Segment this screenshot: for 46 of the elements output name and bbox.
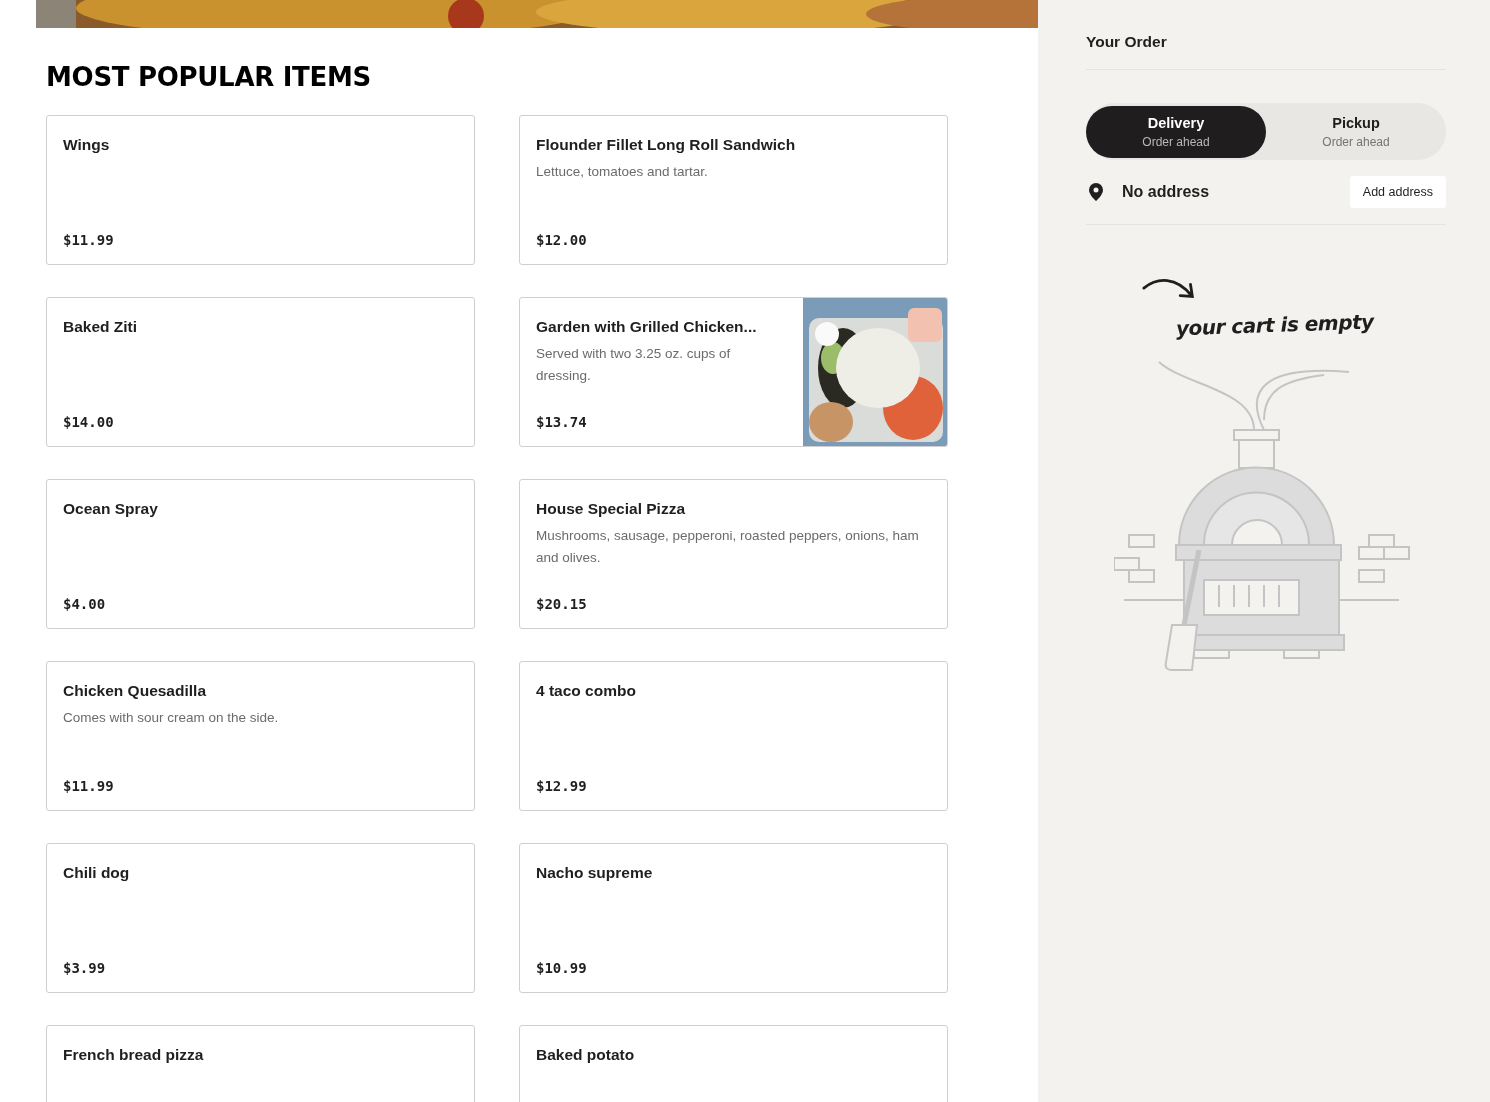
menu-item-card[interactable]: Ocean Spray $4.00 (46, 479, 475, 629)
section-heading: MOST POPULAR ITEMS (46, 62, 371, 92)
menu-item-card[interactable]: Baked potato (519, 1025, 948, 1102)
menu-item-card[interactable]: Flounder Fillet Long Roll Sandwich Lettuce, tomatoes and tartar. $12.00 (519, 115, 948, 265)
item-price: $12.00 (536, 232, 587, 248)
item-price: $11.99 (63, 232, 114, 248)
item-price: $4.00 (63, 596, 106, 612)
panel-title: Your Order (1086, 33, 1167, 50)
menu-item-card[interactable]: House Special Pizza Mushrooms, sausage, pepperoni, roasted peppers, onions, ham and olives. $20.15 (519, 479, 948, 629)
menu-item-card[interactable]: Chili dog $3.99 (46, 843, 475, 993)
item-name: Baked Ziti (63, 318, 138, 336)
location-pin-icon (1086, 182, 1106, 202)
item-price: $12.99 (536, 778, 587, 794)
item-name: Nacho supreme (536, 864, 653, 882)
menu-item-card[interactable]: Garden with Grilled Chicken... Served with two 3.25 oz. cups of dressing. $13.74 (519, 297, 948, 447)
menu-item-card[interactable]: Wings $11.99 (46, 115, 475, 265)
item-description: Comes with sour cream on the side. (63, 709, 279, 727)
item-price: $14.00 (63, 414, 114, 430)
item-name: Garden with Grilled Chicken... (536, 318, 757, 336)
item-name: 4 taco combo (536, 682, 636, 700)
menu-item-card[interactable]: Chicken Quesadilla Comes with sour cream on the side. $11.99 (46, 661, 475, 811)
item-price: $3.99 (63, 960, 106, 976)
item-name: House Special Pizza (536, 500, 686, 518)
item-name: Baked potato (536, 1046, 635, 1064)
add-address-button[interactable]: Add address (1349, 176, 1446, 208)
item-name: Chili dog (63, 864, 130, 882)
item-name: Chicken Quesadilla (63, 682, 206, 700)
item-description: Mushrooms, sausage, pepperoni, roasted peppers, onions, ham and olives. (536, 527, 920, 567)
empty-cart-message: your cart is empty (1175, 309, 1374, 341)
item-name: Ocean Spray (63, 500, 158, 518)
item-name: Wings (63, 136, 110, 154)
item-description: Lettuce, tomatoes and tartar. (536, 163, 708, 181)
item-price: $20.15 (536, 596, 587, 612)
order-mode-tab[interactable]: Delivery Order ahead (1086, 105, 1266, 158)
item-name: Flounder Fillet Long Roll Sandwich (536, 136, 796, 154)
menu-item-card[interactable]: Baked Ziti $14.00 (46, 297, 475, 447)
menu-item-card[interactable]: French bread pizza (46, 1025, 475, 1102)
address-text: No address (1122, 183, 1211, 201)
item-price: $10.99 (536, 960, 587, 976)
order-mode-tab[interactable]: Pickup Order ahead (1266, 105, 1446, 158)
menu-item-card[interactable]: Nacho supreme $10.99 (519, 843, 948, 993)
item-description: Served with two 3.25 oz. cups of dressing. (536, 345, 732, 385)
item-price: $13.74 (536, 414, 587, 430)
item-name: French bread pizza (63, 1046, 204, 1064)
item-price: $11.99 (63, 778, 114, 794)
menu-item-card[interactable]: 4 taco combo $12.99 (519, 661, 948, 811)
